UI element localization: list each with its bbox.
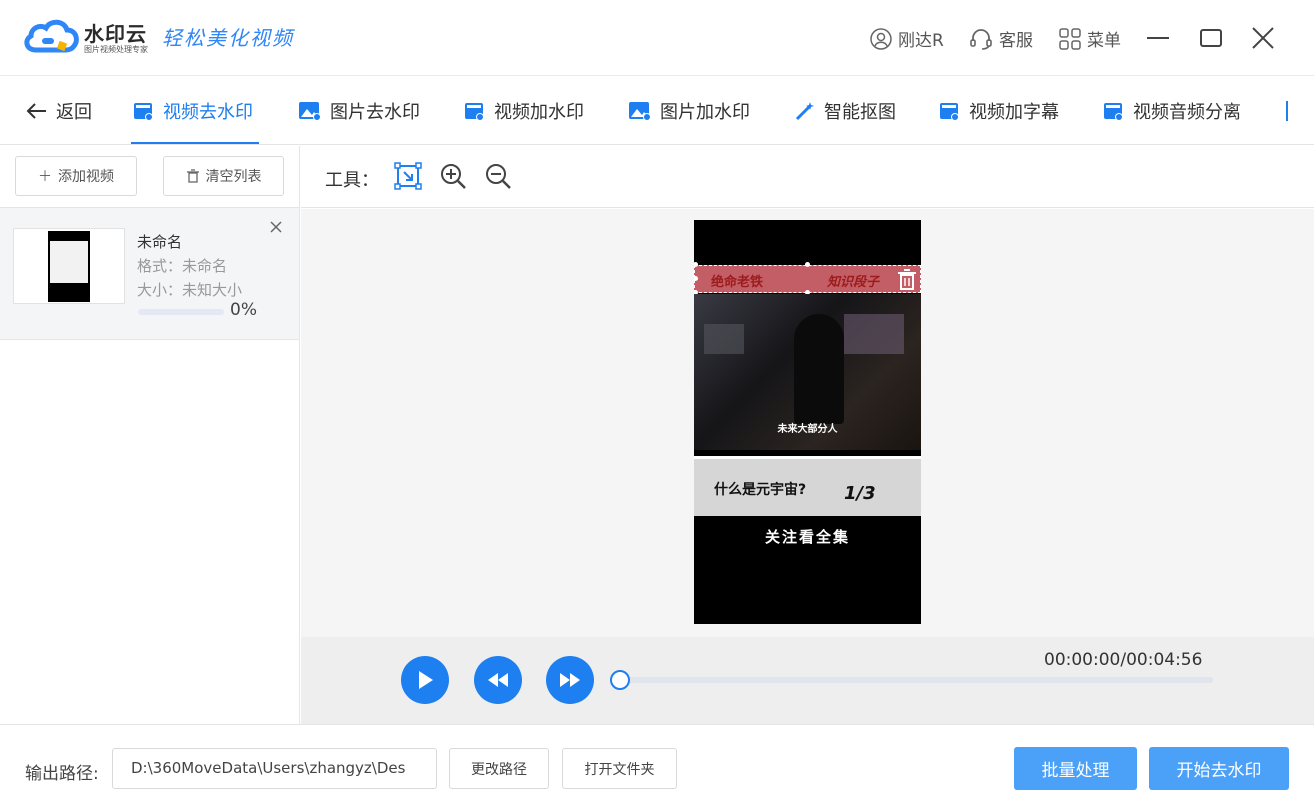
clear-list-button[interactable]: 清空列表 (163, 156, 284, 196)
tab-video-add-watermark[interactable]: 视频加水印 (464, 76, 584, 145)
play-icon (419, 671, 433, 689)
tab-label: 图片加水印 (660, 101, 750, 123)
tab-image-remove-watermark[interactable]: 图片去水印 (298, 76, 420, 145)
tab-label: 视频加字幕 (969, 101, 1059, 123)
open-folder-button[interactable]: 打开文件夹 (562, 748, 677, 789)
brand-subtitle: 图片视频处理专家 (84, 45, 148, 54)
change-path-button[interactable]: 更改路径 (449, 748, 549, 789)
tab-label: 图片去水印 (330, 101, 420, 123)
back-button[interactable]: 返回 (26, 76, 92, 145)
trash-icon (186, 169, 199, 183)
user-name: 刚达R (898, 31, 944, 51)
title-bar: 水印云 图片视频处理专家 轻松美化视频 刚达R 客服 菜单 (0, 0, 1314, 76)
watermark-text-right: 知识段子 (827, 275, 880, 290)
tab-image-add-watermark[interactable]: 图片加水印 (628, 76, 750, 145)
video-add-icon (465, 102, 484, 121)
close-icon (270, 221, 282, 233)
minimize-button[interactable] (1144, 24, 1172, 52)
menu-label: 菜单 (1087, 31, 1121, 51)
seek-bar[interactable] (621, 677, 1213, 683)
video-frame[interactable]: 绝命老铁 知识段子 未来大部分人 什么是元宇宙? 1/3 关注看全集 (694, 220, 921, 624)
preview-area: 绝命老铁 知识段子 未来大部分人 什么是元宇宙? 1/3 关注看全集 (301, 209, 1314, 637)
image-add-icon (629, 101, 651, 121)
bottom-bar: 输出路径: D:\360MoveData\Users\zhangyz\Des 更… (0, 724, 1314, 810)
player-controls: 00:00:00/00:04:56 (301, 637, 1314, 724)
file-format: 格式：未命名 (137, 257, 228, 275)
add-video-label: 添加视频 (58, 169, 114, 185)
video-audio-icon (1104, 102, 1123, 121)
time-display: 00:00:00/00:04:56 (1044, 650, 1203, 670)
back-label: 返回 (56, 101, 92, 123)
output-path-label: 输出路径: (25, 764, 99, 784)
fast-forward-icon (560, 673, 580, 687)
clear-list-label: 清空列表 (205, 169, 262, 185)
user-account[interactable]: 刚达R (870, 26, 944, 51)
zoom-in-icon[interactable] (439, 162, 467, 190)
toolbar: 工具： (301, 146, 1314, 208)
video-question: 什么是元宇宙? (714, 482, 807, 498)
seek-handle[interactable] (610, 670, 630, 690)
arrow-left-icon (26, 102, 46, 119)
file-size: 大小：未知大小 (137, 281, 243, 299)
watermark-text-left: 绝命老铁 (711, 275, 764, 290)
slogan: 轻松美化视频 (162, 26, 294, 50)
video-subtitle-icon (940, 102, 959, 121)
tab-audio-separation[interactable]: 视频音频分离 (1103, 76, 1241, 145)
video-thumbnail (13, 228, 125, 304)
file-list-panel: ＋ 添加视频 清空列表 未命名 格式：未命名 大小：未知大小 0% (0, 146, 300, 724)
list-item[interactable]: 未命名 格式：未命名 大小：未知大小 0% (0, 208, 299, 340)
service-label: 客服 (999, 31, 1033, 51)
close-window-button[interactable] (1249, 24, 1277, 52)
headset-icon (970, 28, 992, 50)
fast-forward-button[interactable] (546, 656, 594, 704)
tab-label: 视频去水印 (163, 101, 253, 123)
maximize-button[interactable] (1197, 24, 1225, 52)
grid-menu-icon (1059, 27, 1081, 50)
batch-process-button[interactable]: 批量处理 (1014, 747, 1137, 790)
progress-text: 0% (230, 300, 257, 320)
tab-bar: 返回 视频去水印 图片去水印 视频加水印 图片加水印 智能抠图 视频加字幕 视频… (0, 76, 1314, 145)
menu-button[interactable]: 菜单 (1059, 26, 1121, 51)
tab-video-remove-watermark[interactable]: 视频去水印 (133, 76, 253, 145)
maximize-icon (1200, 29, 1222, 47)
delete-selection-icon[interactable] (897, 269, 917, 291)
zoom-out-icon[interactable] (484, 162, 512, 190)
output-path-field[interactable]: D:\360MoveData\Users\zhangyz\Des (112, 748, 437, 789)
tab-scroll-indicator[interactable] (1286, 101, 1288, 121)
image-icon (299, 101, 321, 121)
minimize-icon (1147, 37, 1169, 39)
start-remove-watermark-button[interactable]: 开始去水印 (1149, 747, 1289, 790)
progress-bar (138, 309, 224, 315)
video-follow-text: 关注看全集 (764, 528, 850, 546)
cloud-logo-icon (24, 19, 79, 53)
remove-file-button[interactable] (269, 218, 283, 239)
tools-label: 工具： (325, 170, 379, 191)
video-subtitle: 未来大部分人 (777, 424, 838, 435)
select-box-icon[interactable] (394, 162, 422, 190)
video-caption-band: 什么是元宇宙? 1/3 (694, 456, 921, 516)
brand-name: 水印云 (84, 22, 147, 46)
tab-label: 智能抠图 (824, 101, 896, 123)
video-scene: 未来大部分人 (694, 294, 921, 450)
video-episode: 1/3 (844, 483, 876, 504)
customer-service-button[interactable]: 客服 (969, 26, 1033, 51)
magic-wand-icon (795, 101, 814, 120)
rewind-icon (488, 673, 508, 687)
plus-icon: ＋ (38, 169, 52, 185)
tab-label: 视频音频分离 (1133, 101, 1241, 123)
close-icon (1252, 27, 1274, 49)
tab-label: 视频加水印 (494, 101, 584, 123)
rewind-button[interactable] (474, 656, 522, 704)
add-video-button[interactable]: ＋ 添加视频 (15, 156, 137, 196)
tab-smart-cutout[interactable]: 智能抠图 (794, 76, 896, 145)
user-icon (870, 27, 892, 50)
play-button[interactable] (401, 656, 449, 704)
file-name: 未命名 (137, 233, 183, 251)
resize-handle[interactable] (805, 262, 810, 267)
video-icon (134, 102, 153, 121)
active-tab-indicator (131, 142, 259, 144)
tab-video-add-subtitle[interactable]: 视频加字幕 (939, 76, 1059, 145)
watermark-selection-box[interactable]: 绝命老铁 知识段子 (694, 265, 921, 293)
